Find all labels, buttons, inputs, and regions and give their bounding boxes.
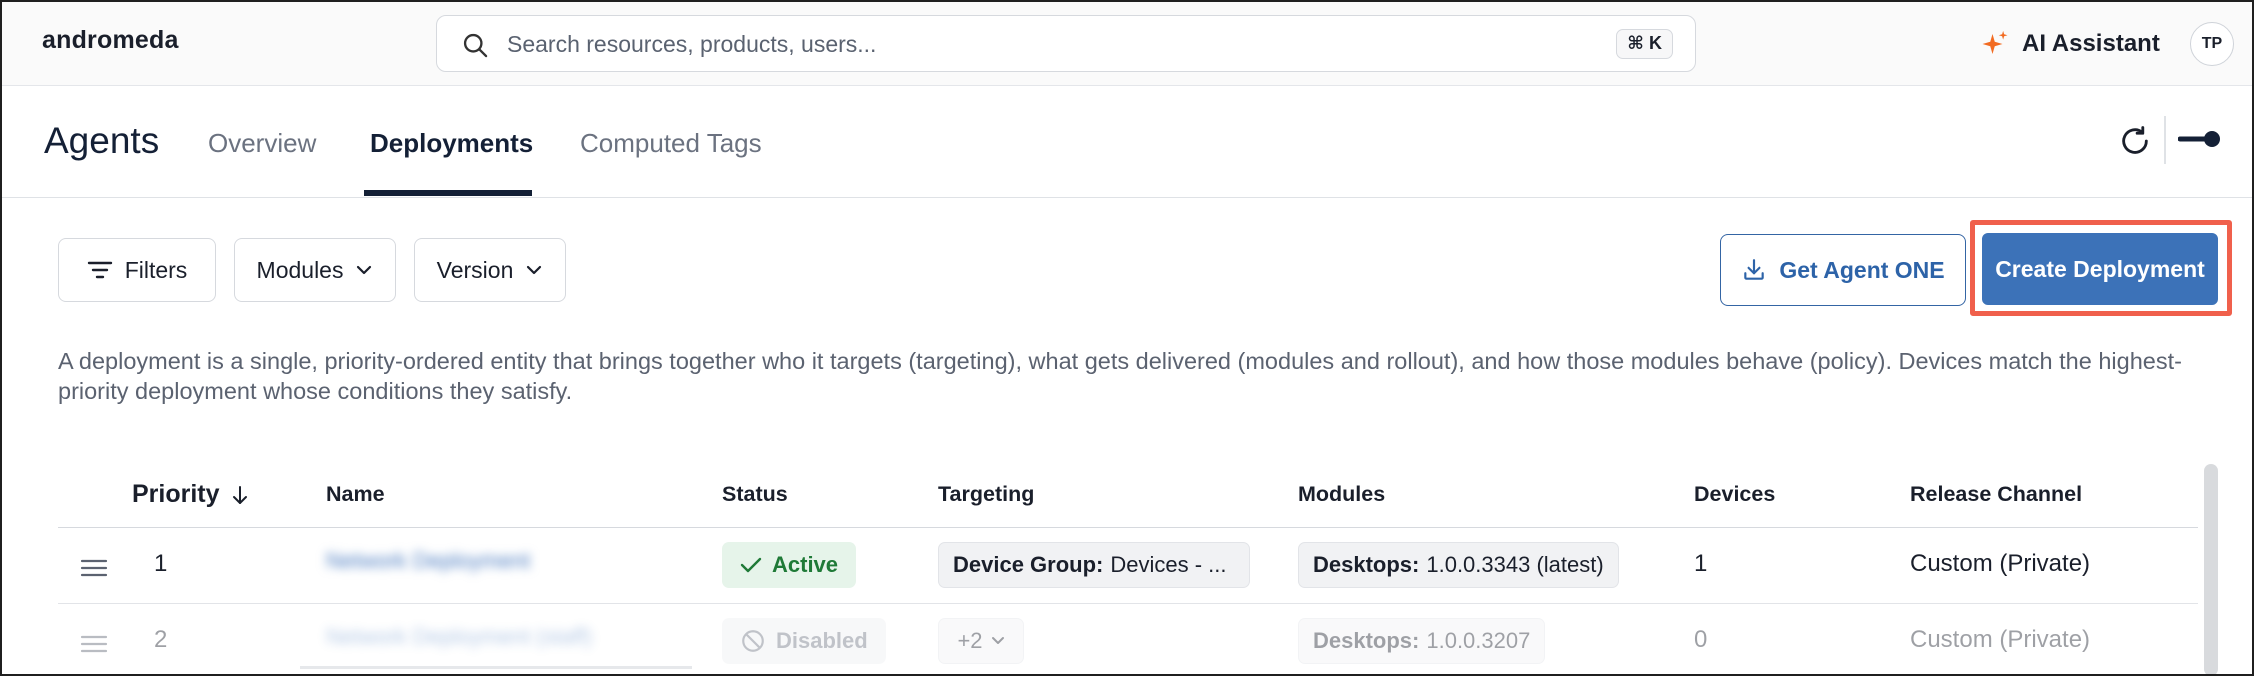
row-release-channel: Custom (Private) bbox=[1910, 626, 2091, 653]
column-priority[interactable]: Priority bbox=[132, 480, 250, 509]
download-icon bbox=[1744, 259, 1765, 280]
status-label: Active bbox=[772, 552, 839, 577]
targeting-chip[interactable]: Device Group: Devices - ... bbox=[938, 542, 1250, 588]
status-badge: Disabled bbox=[722, 618, 886, 664]
drag-handle-icon[interactable] bbox=[80, 558, 108, 578]
row-name-link[interactable]: Network Deployment bbox=[326, 548, 586, 576]
module-chip[interactable]: Desktops: 1.0.0.3207 bbox=[1298, 618, 1546, 664]
search-input[interactable] bbox=[507, 28, 1507, 60]
check-icon bbox=[740, 557, 762, 573]
targeting-key: Device Group: bbox=[953, 552, 1104, 577]
version-dropdown[interactable]: Version bbox=[414, 238, 566, 302]
drag-handle-icon[interactable] bbox=[80, 634, 108, 654]
page-title: Agents bbox=[44, 120, 160, 161]
modules-label: Modules bbox=[256, 256, 344, 283]
module-key: Desktops: bbox=[1313, 552, 1420, 577]
row-devices: 1 bbox=[1694, 550, 1708, 577]
filters-button[interactable]: Filters bbox=[58, 238, 216, 302]
tab-computed-tags[interactable]: Computed Tags bbox=[580, 128, 762, 159]
targeting-more-chip[interactable]: +2 bbox=[938, 618, 1024, 664]
version-label: Version bbox=[436, 256, 514, 283]
row-name-link[interactable]: Network Deployment (staff) bbox=[326, 624, 666, 652]
get-agent-label: Get Agent ONE bbox=[1779, 256, 1945, 283]
brand-logo[interactable]: andromeda bbox=[42, 26, 179, 55]
column-devices[interactable]: Devices bbox=[1694, 482, 1775, 507]
search-shortcut-badge: ⌘ K bbox=[1616, 29, 1673, 59]
modules-dropdown[interactable]: Modules bbox=[234, 238, 396, 302]
refresh-icon[interactable] bbox=[2118, 124, 2152, 158]
sparkle-icon bbox=[1982, 30, 2008, 54]
disabled-icon bbox=[742, 630, 764, 652]
global-search[interactable]: ⌘ K bbox=[436, 15, 1696, 72]
header-divider bbox=[2164, 116, 2166, 164]
chevron-down-icon bbox=[991, 637, 1004, 644]
row-divider bbox=[300, 666, 692, 669]
column-modules[interactable]: Modules bbox=[1298, 482, 1385, 507]
table-header: Priority Name Status Targeting Modules D… bbox=[58, 472, 2198, 528]
targeting-value: Devices - ... bbox=[1110, 552, 1227, 577]
column-name[interactable]: Name bbox=[326, 482, 385, 507]
row-priority: 1 bbox=[154, 550, 168, 577]
arrow-down-icon bbox=[232, 485, 247, 504]
table-row[interactable]: 1 Network Deployment Active Device Group… bbox=[58, 528, 2198, 604]
page-description: A deployment is a single, priority-order… bbox=[58, 348, 2182, 404]
user-avatar[interactable]: TP bbox=[2190, 22, 2234, 66]
create-deployment-label: Create Deployment bbox=[1995, 255, 2205, 282]
app-window: andromeda ⌘ K AI Assistant TP Agents Ove… bbox=[0, 0, 2254, 676]
tab-overview[interactable]: Overview bbox=[208, 128, 316, 159]
module-chip[interactable]: Desktops: 1.0.0.3343 (latest) bbox=[1298, 542, 1619, 588]
ai-assistant-label: AI Assistant bbox=[2022, 30, 2160, 57]
active-tab-indicator bbox=[364, 190, 532, 196]
targeting-more-count: +2 bbox=[957, 628, 983, 653]
column-release-channel[interactable]: Release Channel bbox=[1910, 482, 2082, 507]
chevron-down-icon bbox=[527, 265, 542, 275]
status-badge: Active bbox=[722, 542, 857, 588]
column-targeting[interactable]: Targeting bbox=[938, 482, 1034, 507]
module-key: Desktops: bbox=[1313, 628, 1420, 653]
toggle-icon[interactable] bbox=[2178, 122, 2222, 156]
status-label: Disabled bbox=[776, 628, 868, 653]
row-devices: 0 bbox=[1694, 626, 1708, 653]
module-value: 1.0.0.3343 (latest) bbox=[1426, 552, 1604, 577]
table-scrollbar[interactable] bbox=[2204, 464, 2218, 674]
module-value: 1.0.0.3207 bbox=[1426, 628, 1531, 653]
ai-assistant-button[interactable]: AI Assistant bbox=[1980, 24, 2160, 64]
row-release-channel: Custom (Private) bbox=[1910, 550, 2091, 577]
row-priority: 2 bbox=[154, 626, 168, 653]
tab-deployments[interactable]: Deployments bbox=[370, 128, 533, 159]
get-agent-button[interactable]: Get Agent ONE bbox=[1720, 234, 1966, 306]
column-priority-label: Priority bbox=[132, 480, 220, 508]
search-icon bbox=[463, 33, 488, 58]
filters-label: Filters bbox=[124, 256, 188, 283]
column-status[interactable]: Status bbox=[722, 482, 788, 507]
page-header: Agents Overview Deployments Computed Tag… bbox=[2, 86, 2252, 198]
chevron-down-icon bbox=[357, 265, 372, 275]
top-bar: andromeda ⌘ K AI Assistant TP bbox=[2, 2, 2252, 86]
filter-lines-icon bbox=[87, 261, 112, 279]
create-deployment-button[interactable]: Create Deployment bbox=[1982, 233, 2218, 305]
